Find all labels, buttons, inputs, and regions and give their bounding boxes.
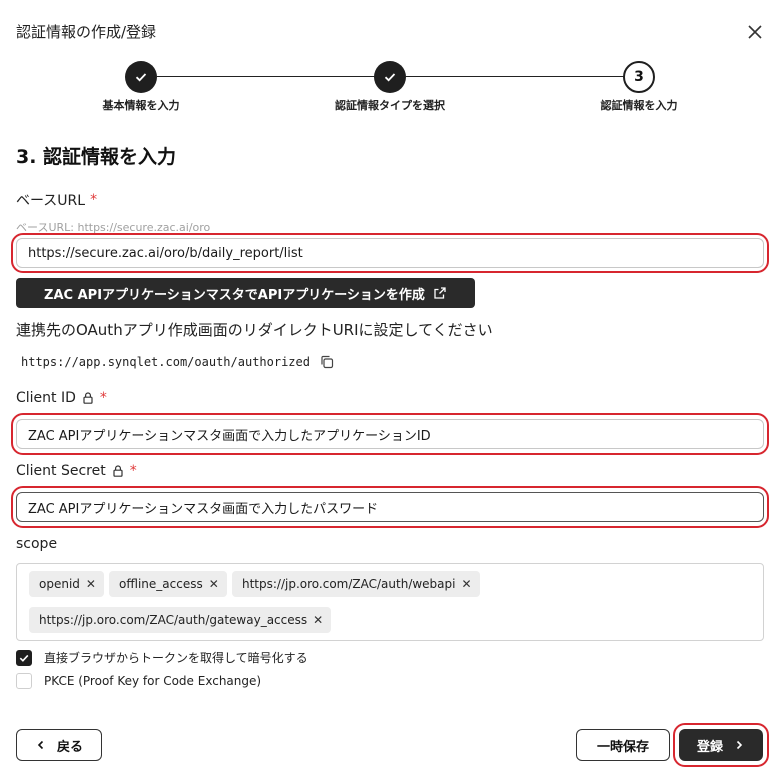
step-1-complete bbox=[125, 61, 157, 93]
scope-label-text: scope bbox=[16, 536, 58, 552]
scope-chip: offline_access ✕ bbox=[109, 571, 227, 597]
checkmark-icon bbox=[384, 73, 396, 82]
client-secret-label-text: Client Secret bbox=[16, 463, 106, 479]
scope-chip-label: https://jp.oro.com/ZAC/auth/gateway_acce… bbox=[39, 613, 308, 627]
chevron-right-icon bbox=[736, 740, 743, 750]
scope-chip: openid ✕ bbox=[29, 571, 104, 597]
redirect-instruction: 連携先のOAuthアプリ作成画面のリダイレクトURIに設定してください bbox=[16, 321, 493, 339]
lock-icon bbox=[81, 391, 95, 405]
base-url-label: ベースURL * bbox=[16, 190, 97, 210]
step-label: 認証情報タイプを選択 bbox=[335, 99, 445, 112]
step-number: 3 bbox=[634, 69, 644, 85]
client-id-value: ZAC APIアプリケーションマスタ画面で入力したアプリケーションID bbox=[28, 428, 431, 444]
save-draft-label: 一時保存 bbox=[596, 739, 649, 755]
step-2-complete bbox=[374, 61, 406, 93]
checkmark-icon bbox=[135, 73, 147, 82]
scope-chip-label: offline_access bbox=[119, 577, 203, 591]
option-label: PKCE (Proof Key for Code Exchange) bbox=[44, 674, 262, 688]
remove-chip-icon[interactable]: ✕ bbox=[86, 577, 96, 591]
client-id-input[interactable]: ZAC APIアプリケーションマスタ画面で入力したアプリケーションID bbox=[16, 419, 764, 449]
external-link-icon bbox=[434, 287, 446, 299]
option-pkce: PKCE (Proof Key for Code Exchange) bbox=[16, 673, 261, 689]
stepper-line bbox=[406, 76, 624, 77]
client-secret-label: Client Secret * bbox=[16, 463, 137, 479]
create-api-app-label: ZAC APIアプリケーションマスタでAPIアプリケーションを作成 bbox=[44, 287, 425, 303]
scope-chip-label: https://jp.oro.com/ZAC/auth/webapi bbox=[242, 577, 456, 591]
section-title: 3. 認証情報を入力 bbox=[16, 146, 177, 168]
required-mark: * bbox=[129, 463, 137, 479]
base-url-input[interactable]: https://secure.zac.ai/oro/b/daily_report… bbox=[16, 238, 764, 268]
close-icon[interactable] bbox=[744, 21, 766, 43]
credential-dialog: 認証情報の作成/登録 3 基本情報を入力 認証情報タイプを選択 認証情報を入力 … bbox=[0, 0, 780, 778]
scope-chip: https://jp.oro.com/ZAC/auth/gateway_acce… bbox=[29, 607, 332, 633]
copy-icon[interactable] bbox=[319, 354, 335, 370]
stepper-line bbox=[157, 76, 375, 77]
redirect-uri: https://app.synqlet.com/oauth/authorized bbox=[21, 355, 310, 369]
dialog-title: 認証情報の作成/登録 bbox=[16, 23, 157, 41]
option-browser-token: 直接ブラウザからトークンを取得して暗号化する bbox=[16, 649, 308, 666]
scope-chip-label: openid bbox=[39, 577, 80, 591]
back-label: 戻る bbox=[56, 739, 83, 755]
back-button[interactable]: 戻る bbox=[16, 729, 102, 761]
checkbox-checked[interactable] bbox=[16, 649, 32, 666]
step-label: 基本情報を入力 bbox=[102, 99, 180, 112]
step-label: 認証情報を入力 bbox=[600, 99, 678, 112]
client-secret-value: ZAC APIアプリケーションマスタ画面で入力したパスワード bbox=[28, 501, 379, 517]
base-url-value: https://secure.zac.ai/oro/b/daily_report… bbox=[28, 245, 303, 261]
register-button[interactable]: 登録 bbox=[679, 729, 763, 761]
required-mark: * bbox=[99, 390, 107, 406]
remove-chip-icon[interactable]: ✕ bbox=[209, 577, 219, 591]
scope-label: scope bbox=[16, 536, 57, 552]
checkbox-unchecked[interactable] bbox=[16, 673, 32, 689]
remove-chip-icon[interactable]: ✕ bbox=[313, 613, 323, 627]
create-api-app-button[interactable]: ZAC APIアプリケーションマスタでAPIアプリケーションを作成 bbox=[16, 278, 475, 308]
save-draft-button[interactable]: 一時保存 bbox=[576, 729, 670, 761]
lock-icon bbox=[111, 464, 125, 478]
chevron-left-icon bbox=[37, 740, 44, 750]
option-label: 直接ブラウザからトークンを取得して暗号化する bbox=[44, 651, 308, 665]
base-url-label-text: ベースURL bbox=[16, 193, 86, 209]
step-3-current: 3 bbox=[623, 61, 655, 93]
checkmark-icon bbox=[19, 654, 29, 662]
client-id-label-text: Client ID bbox=[16, 390, 76, 406]
client-secret-input[interactable]: ZAC APIアプリケーションマスタ画面で入力したパスワード bbox=[16, 492, 764, 522]
register-label: 登録 bbox=[696, 739, 723, 755]
required-mark: * bbox=[90, 192, 98, 208]
client-id-label: Client ID * bbox=[16, 390, 107, 406]
remove-chip-icon[interactable]: ✕ bbox=[461, 577, 471, 591]
scope-chip: https://jp.oro.com/ZAC/auth/webapi ✕ bbox=[232, 571, 480, 597]
